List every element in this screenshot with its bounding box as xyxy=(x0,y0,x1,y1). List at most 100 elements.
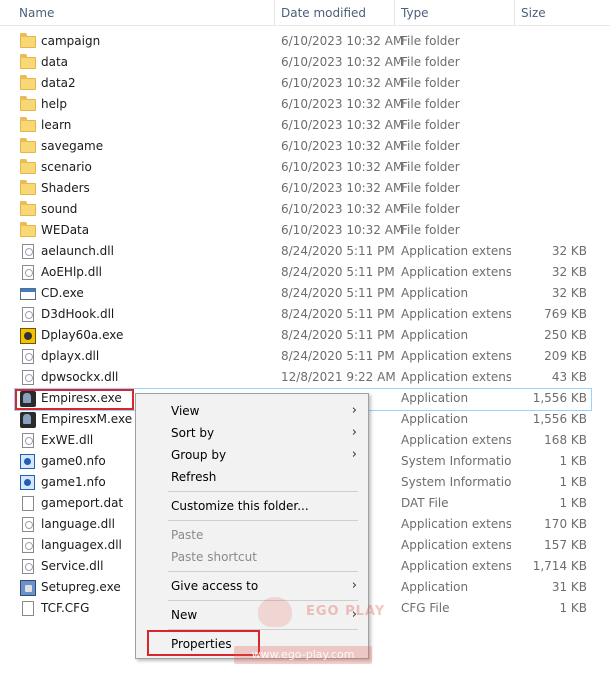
file-name: EmpiresxM.exe xyxy=(41,412,133,426)
file-size: 1 KB xyxy=(559,496,587,510)
file-row[interactable]: WEData 6/10/2023 10:32 AM File folder xyxy=(0,220,610,241)
menu-item-paste-shortcut-label: Paste shortcut xyxy=(171,550,257,564)
file-row[interactable]: learn 6/10/2023 10:32 AM File folder xyxy=(0,115,610,136)
file-row[interactable]: campaign 6/10/2023 10:32 AM File folder xyxy=(0,31,610,52)
file-date-modified: 6/10/2023 10:32 AM xyxy=(281,118,404,132)
file-size: 32 KB xyxy=(551,286,587,300)
file-row[interactable]: aelaunch.dll 8/24/2020 5:11 PM Application… xyxy=(0,241,610,262)
submenu-arrow-icon: › xyxy=(351,403,357,418)
dll-file-icon xyxy=(20,265,36,280)
dll-file-icon xyxy=(20,349,36,364)
file-type: Application extens... xyxy=(401,538,511,552)
system-info-icon xyxy=(20,454,36,469)
file-row[interactable]: Dplay60a.exe 8/24/2020 5:11 PM Application… xyxy=(0,325,610,346)
dll-file-icon xyxy=(20,517,36,532)
file-row[interactable]: scenario 6/10/2023 10:32 AM File folder xyxy=(0,157,610,178)
dplay-app-icon xyxy=(20,328,36,344)
blank-file-icon xyxy=(20,496,36,511)
menu-item-view[interactable]: View › xyxy=(137,400,367,422)
menu-item-group-by-label: Group by xyxy=(171,448,227,462)
file-size: 32 KB xyxy=(551,244,587,258)
dll-file-icon xyxy=(20,559,36,574)
file-name: aelaunch.dll xyxy=(41,244,114,258)
menu-item-group-by[interactable]: Group by › xyxy=(137,444,367,466)
file-date-modified: 6/10/2023 10:32 AM xyxy=(281,223,404,237)
file-size: 43 KB xyxy=(551,370,587,384)
file-type: Application xyxy=(401,286,469,300)
file-name: CD.exe xyxy=(41,286,84,300)
menu-item-paste-shortcut: Paste shortcut xyxy=(137,546,367,568)
file-row[interactable]: Shaders 6/10/2023 10:32 AM File folder xyxy=(0,178,610,199)
folder-icon xyxy=(20,180,36,196)
menu-item-refresh[interactable]: Refresh xyxy=(137,466,367,488)
file-row[interactable]: savegame 6/10/2023 10:32 AM File folder xyxy=(0,136,610,157)
file-type: System Informatio... xyxy=(401,454,511,468)
file-size: 1 KB xyxy=(559,454,587,468)
file-date-modified: 6/10/2023 10:32 AM xyxy=(281,181,404,195)
folder-icon xyxy=(20,96,36,112)
file-row[interactable]: help 6/10/2023 10:32 AM File folder xyxy=(0,94,610,115)
menu-item-customize-folder[interactable]: Customize this folder... xyxy=(137,495,367,517)
file-name: ExWE.dll xyxy=(41,433,94,447)
file-name: savegame xyxy=(41,139,104,153)
file-name: dplayx.dll xyxy=(41,349,100,363)
column-header-size[interactable]: Size xyxy=(515,0,595,26)
dll-file-icon xyxy=(20,433,36,448)
file-type: File folder xyxy=(401,55,460,69)
blank-file-icon xyxy=(20,601,36,616)
file-type: Application extens... xyxy=(401,244,511,258)
file-size: 168 KB xyxy=(544,433,587,447)
file-name: languagex.dll xyxy=(41,538,122,552)
file-row[interactable]: dplayx.dll 8/24/2020 5:11 PM Application e… xyxy=(0,346,610,367)
file-row[interactable]: dpwsockx.dll 12/8/2021 9:22 AM Application… xyxy=(0,367,610,388)
file-row[interactable]: D3dHook.dll 8/24/2020 5:11 PM Application … xyxy=(0,304,610,325)
file-name: Dplay60a.exe xyxy=(41,328,124,342)
file-date-modified: 8/24/2020 5:11 PM xyxy=(281,286,395,300)
file-size: 1,556 KB xyxy=(532,391,587,405)
file-type: Application extens... xyxy=(401,559,511,573)
file-type: File folder xyxy=(401,160,460,174)
file-date-modified: 8/24/2020 5:11 PM xyxy=(281,328,395,342)
folder-icon xyxy=(20,33,36,49)
file-type: Application extens... xyxy=(401,370,511,384)
file-date-modified: 8/24/2020 5:11 PM xyxy=(281,349,395,363)
file-date-modified: 8/24/2020 5:11 PM xyxy=(281,244,395,258)
file-type: Application xyxy=(401,580,469,594)
file-row[interactable]: CD.exe 8/24/2020 5:11 PM Application 32 KB xyxy=(0,283,610,304)
file-name: data2 xyxy=(41,76,76,90)
file-type: CFG File xyxy=(401,601,450,615)
menu-item-customize-folder-label: Customize this folder... xyxy=(171,499,309,513)
file-name: sound xyxy=(41,202,78,216)
file-row[interactable]: data 6/10/2023 10:32 AM File folder xyxy=(0,52,610,73)
folder-icon xyxy=(20,138,36,154)
file-size: 250 KB xyxy=(544,328,587,342)
file-size: 209 KB xyxy=(544,349,587,363)
folder-icon xyxy=(20,201,36,217)
setup-app-icon xyxy=(20,580,36,596)
file-row[interactable]: sound 6/10/2023 10:32 AM File folder xyxy=(0,199,610,220)
system-info-icon xyxy=(20,475,36,490)
menu-item-sort-by-label: Sort by xyxy=(171,426,215,440)
file-row[interactable]: data2 6/10/2023 10:32 AM File folder xyxy=(0,73,610,94)
file-name: Setupreg.exe xyxy=(41,580,121,594)
menu-separator xyxy=(168,571,358,572)
file-type: File folder xyxy=(401,97,460,111)
file-type: Application xyxy=(401,391,469,405)
file-name: D3dHook.dll xyxy=(41,307,115,321)
file-type: Application extens... xyxy=(401,433,511,447)
column-header-name[interactable]: Name xyxy=(13,0,275,26)
menu-item-sort-by[interactable]: Sort by › xyxy=(137,422,367,444)
file-row[interactable]: AoEHlp.dll 8/24/2020 5:11 PM Application e… xyxy=(0,262,610,283)
file-date-modified: 8/24/2020 5:11 PM xyxy=(281,265,395,279)
column-header-type[interactable]: Type xyxy=(395,0,515,26)
file-type: Application extens... xyxy=(401,265,511,279)
file-name: gameport.dat xyxy=(41,496,124,510)
column-header-date-modified[interactable]: Date modified xyxy=(275,0,395,26)
file-type: Application xyxy=(401,412,469,426)
menu-item-new-label: New xyxy=(171,608,198,622)
menu-item-give-access-to[interactable]: Give access to › xyxy=(137,575,367,597)
file-date-modified: 6/10/2023 10:32 AM xyxy=(281,55,404,69)
file-size: 32 KB xyxy=(551,265,587,279)
menu-item-new[interactable]: New › xyxy=(137,604,367,626)
file-date-modified: 6/10/2023 10:32 AM xyxy=(281,97,404,111)
